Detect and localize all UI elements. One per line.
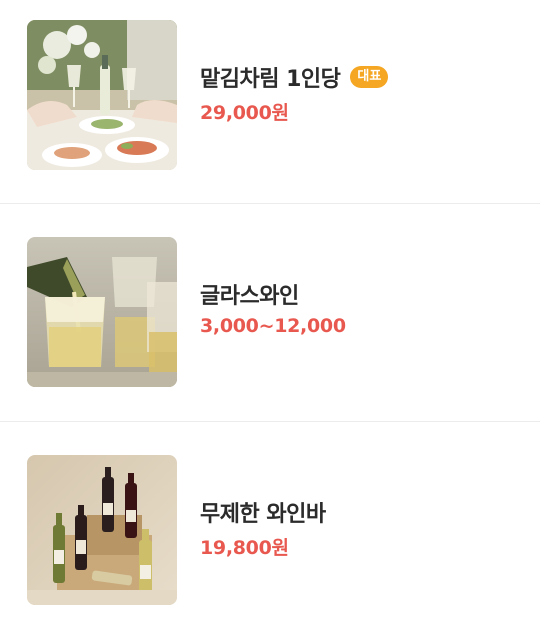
menu-item-name: 무제한 와인바	[200, 502, 326, 527]
menu-item-price: 3,000~12,000	[200, 315, 346, 337]
divider	[0, 421, 540, 422]
menu-item-name: 맡김차림 1인당	[200, 67, 341, 92]
menu-item-name-row: 맡김차림 1인당 대표	[200, 60, 389, 94]
menu-item-tasting-course[interactable]: 맡김차림 1인당 대표 29,000원	[0, 20, 540, 170]
menu-item-name-row: 글라스와인	[200, 277, 346, 311]
dining-table-wine-photo	[27, 20, 177, 170]
menu-item-info: 맡김차림 1인당 대표 29,000원	[200, 60, 389, 125]
divider	[0, 203, 540, 204]
sparkling-wine-glasses-photo	[27, 237, 177, 387]
menu-item-info: 글라스와인 3,000~12,000	[200, 277, 346, 337]
menu-item-price: 19,800원	[200, 537, 289, 559]
representative-badge: 대표	[350, 66, 389, 88]
menu-item-info: 무제한 와인바 19,800원	[200, 495, 326, 560]
menu-item-glass-wine[interactable]: 글라스와인 3,000~12,000	[0, 237, 540, 387]
menu-item-unlimited-wine-bar[interactable]: 무제한 와인바 19,800원	[0, 455, 540, 605]
menu-item-name-row: 무제한 와인바	[200, 495, 326, 529]
menu-item-name: 글라스와인	[200, 284, 299, 309]
wine-bottles-photo	[27, 455, 177, 605]
menu-list: 맡김차림 1인당 대표 29,000원 글라스와인 3,000~12,000 무…	[0, 0, 540, 629]
menu-item-price: 29,000원	[200, 102, 289, 124]
